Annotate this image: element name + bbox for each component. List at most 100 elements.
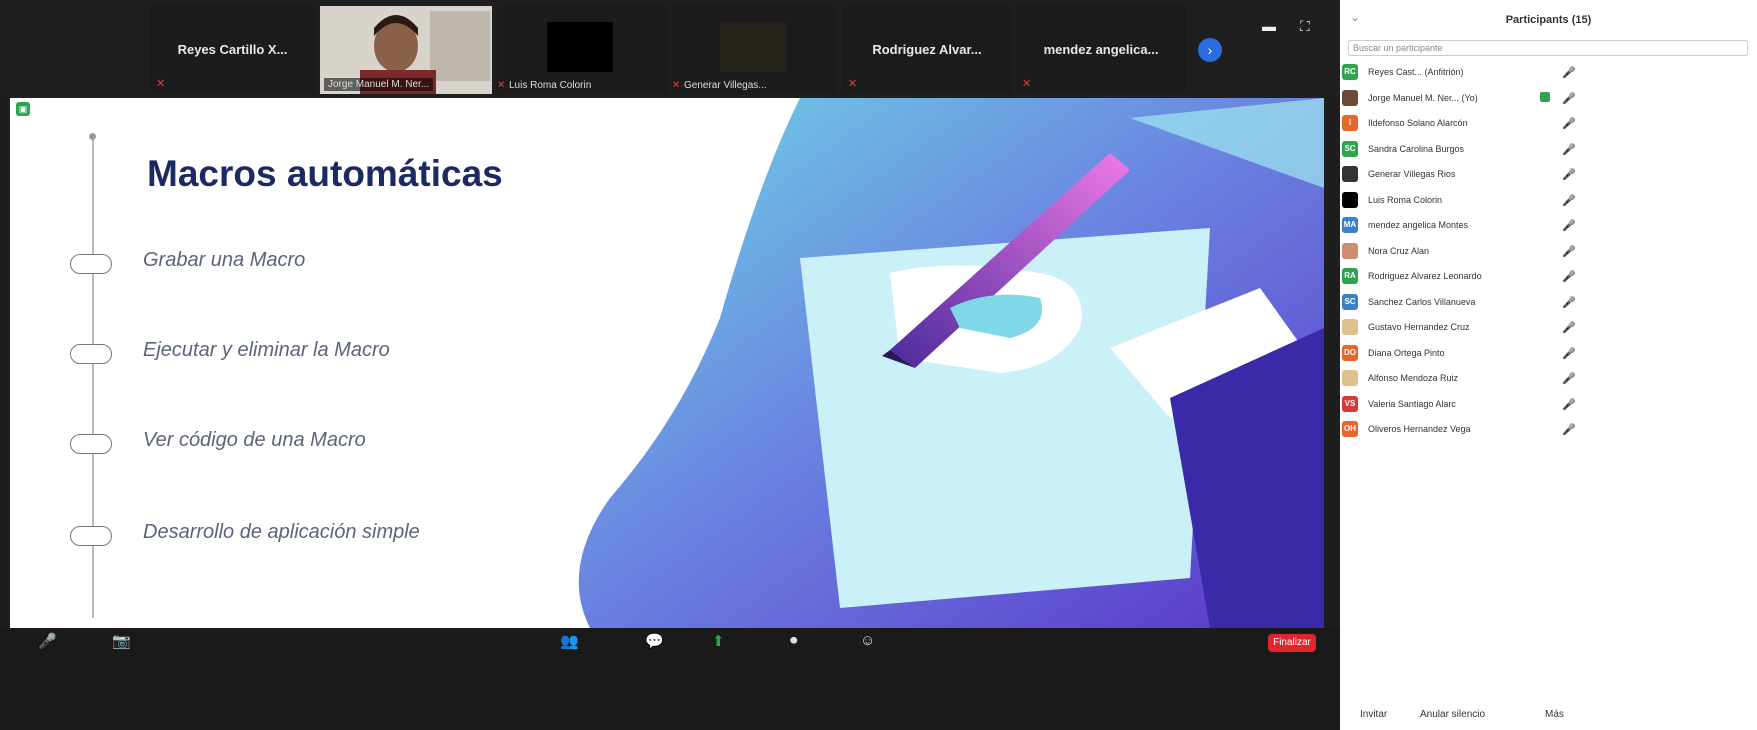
mic-muted-icon[interactable]: 🎤 [1562, 398, 1576, 411]
participant-row[interactable]: SC Sandra Carolina Burgos 🎤 [1340, 137, 1757, 163]
avatar: OH [1342, 421, 1358, 437]
video-tile[interactable]: Reyes Cartillo X... ✕ [150, 6, 315, 94]
participant-name: Ildefonso Solano Alarcón [1368, 118, 1468, 128]
record-icon[interactable]: ⏺ [790, 632, 798, 649]
participant-row[interactable]: I Ildefonso Solano Alarcón 🎤 [1340, 111, 1757, 137]
participant-search-input[interactable]: Buscar un participante [1348, 40, 1748, 56]
video-tile[interactable]: Jorge Manuel M. Ner... [320, 6, 492, 94]
end-meeting-button[interactable]: Finalizar [1268, 634, 1316, 652]
next-page-button[interactable]: › [1198, 38, 1222, 62]
mic-muted-icon[interactable]: 🎤 [1562, 92, 1576, 105]
avatar [1342, 370, 1358, 386]
mic-muted-icon[interactable]: 🎤 [1562, 347, 1576, 360]
participant-row[interactable]: RC Reyes Cast... (Anfitrión) 🎤 [1340, 60, 1757, 86]
avatar [1342, 89, 1358, 106]
avatar: RC [1342, 64, 1358, 80]
mic-icon[interactable]: 🎤 [38, 632, 57, 650]
more-button[interactable]: Más [1545, 706, 1564, 724]
unmute-all-button[interactable]: Anular silencio [1420, 706, 1485, 724]
mic-muted-icon: ✕ [497, 80, 506, 91]
video-tile[interactable]: mendez angelica... ✕ [1016, 6, 1186, 94]
mic-muted-icon[interactable]: 🎤 [1562, 194, 1576, 207]
participant-name: mendez angelica Montes [1368, 220, 1469, 230]
mic-muted-icon: ✕ [1022, 78, 1032, 90]
mic-muted-icon[interactable]: 🎤 [1562, 270, 1576, 283]
mic-muted-icon[interactable]: 🎤 [1562, 296, 1576, 309]
participant-row[interactable]: OH Oliveros Hernandez Vega 🎤 [1340, 417, 1757, 443]
avatar: RA [1342, 268, 1358, 284]
participant-row[interactable]: Generar Villegas Rios 🎤 [1340, 162, 1757, 188]
bullet-text: Ejecutar y eliminar la Macro [143, 339, 390, 361]
avatar: VS [1342, 395, 1358, 412]
participant-row[interactable]: Luis Roma Colorin 🎤 [1340, 188, 1757, 214]
panel-title: Participants (15) [1505, 14, 1592, 26]
avatar [1342, 319, 1358, 335]
participant-name: Valeria Santiago Alarc [1368, 398, 1456, 409]
participant-row[interactable]: VS Valeria Santiago Alarc 🎤 [1340, 392, 1757, 418]
tile-label: Jorge Manuel M. Ner... [324, 78, 434, 91]
mic-muted-icon[interactable]: 🎤 [1562, 245, 1576, 258]
invite-button[interactable]: Invitar [1360, 706, 1387, 724]
bullet-marker [70, 526, 112, 546]
shared-slide: ▣ Macros automáticas Grabar una Macro Ej… [10, 98, 1324, 628]
participant-name: Luis Roma Colorin [1368, 194, 1443, 205]
participant-row[interactable]: RA Rodriguez Alvarez Leonardo 🎤 [1340, 264, 1757, 290]
timeline-dot [89, 133, 96, 140]
participant-row[interactable]: Alfonso Mendoza Ruiz 🎤 [1340, 366, 1757, 392]
mic-muted-icon[interactable]: 🎤 [1562, 219, 1576, 232]
bullet-marker [70, 254, 112, 274]
tile-name: mendez angelica... [1043, 42, 1159, 57]
mic-muted-icon[interactable]: 🎤 [1562, 423, 1576, 436]
view-controls[interactable]: ▬ ⛶ [1262, 18, 1320, 35]
bullet-marker [70, 434, 112, 454]
meeting-toolbar: 🎤 📷 👥 💬 ⬆ ⏺ ☺ Finalizar [0, 628, 1340, 730]
participant-name: Generar Villegas Rios [1368, 169, 1456, 179]
participants-icon[interactable]: 👥 [560, 632, 579, 650]
participant-name: Sanchez Carlos Villanueva [1368, 296, 1476, 307]
mic-muted-icon[interactable]: 🎤 [1562, 66, 1576, 79]
participant-row[interactable]: DO Diana Ortega Pinto 🎤 [1340, 341, 1757, 367]
mic-muted-icon[interactable]: 🎤 [1562, 372, 1576, 385]
mic-muted-icon[interactable]: 🎤 [1562, 117, 1576, 130]
participant-name: Jorge Manuel M. Ner... (Yo) [1368, 92, 1478, 103]
mic-muted-icon: ✕ [156, 78, 166, 90]
share-indicator-icon[interactable]: ▣ [16, 102, 30, 116]
video-tile[interactable]: Rodriguez Alvar... ✕ [842, 6, 1012, 94]
video-strip: Reyes Cartillo X... ✕ Jorge Manuel M. Ne… [0, 0, 1340, 98]
bullet-text: Grabar una Macro [143, 249, 306, 271]
reactions-icon[interactable]: ☺ [860, 632, 875, 649]
video-off-placeholder [720, 22, 786, 72]
panel-header: ⌄ Participants (15) [1340, 0, 1757, 36]
bullet-text: Ver código de una Macro [143, 429, 366, 451]
chevron-right-icon: › [1207, 42, 1213, 58]
participant-name: Nora Cruz Alan [1368, 245, 1430, 256]
video-camera-icon[interactable]: 📷 [112, 632, 131, 650]
mic-muted-icon[interactable]: 🎤 [1562, 143, 1576, 156]
bullet-marker [70, 344, 112, 364]
video-tile[interactable]: ✕ Luis Roma Colorin [497, 6, 667, 94]
mic-muted-icon[interactable]: 🎤 [1562, 321, 1576, 334]
participant-row[interactable]: Gustavo Hernandez Cruz 🎤 [1340, 315, 1757, 341]
avatar [1342, 166, 1358, 182]
participant-row[interactable]: Nora Cruz Alan 🎤 [1340, 239, 1757, 265]
chat-icon[interactable]: 💬 [645, 632, 664, 650]
tile-name: Reyes Cartillo X... [177, 42, 288, 57]
tile-name: Rodriguez Alvar... [872, 42, 982, 57]
video-on-icon [1540, 91, 1550, 102]
tile-label: Luis Roma Colorin [509, 80, 592, 91]
video-tile[interactable]: ✕ Generar Villegas... [672, 6, 837, 94]
timeline-line [92, 138, 94, 618]
meeting-area: Reyes Cartillo X... ✕ Jorge Manuel M. Ne… [0, 0, 1340, 730]
avatar: MA [1342, 217, 1358, 233]
mic-muted-icon[interactable]: 🎤 [1562, 168, 1576, 181]
avatar: DO [1342, 344, 1358, 361]
participant-name: Gustavo Hernandez Cruz [1368, 322, 1470, 332]
video-off-placeholder [547, 22, 613, 72]
avatar: SC [1342, 140, 1358, 157]
share-screen-icon[interactable]: ⬆ [712, 632, 725, 650]
participant-row[interactable]: Jorge Manuel M. Ner... (Yo) 🎤 [1340, 86, 1757, 112]
participant-name: Sandra Carolina Burgos [1368, 143, 1465, 154]
participant-row[interactable]: MA mendez angelica Montes 🎤 [1340, 213, 1757, 239]
participant-name: Rodriguez Alvarez Leonardo [1368, 271, 1482, 281]
participant-row[interactable]: SC Sanchez Carlos Villanueva 🎤 [1340, 290, 1757, 316]
